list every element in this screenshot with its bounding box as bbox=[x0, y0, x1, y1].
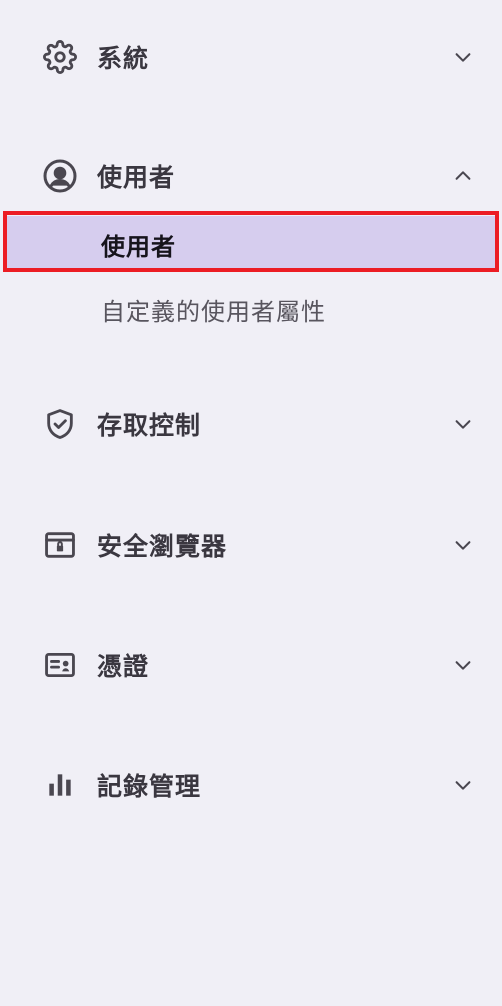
sidebar-section-secure-browser[interactable]: 安全瀏覽器 bbox=[0, 515, 502, 575]
sidebar-section-access-control[interactable]: 存取控制 bbox=[0, 394, 502, 454]
section-label: 存取控制 bbox=[97, 411, 202, 440]
chevron-down-icon bbox=[450, 772, 476, 798]
section-label: 憑證 bbox=[97, 652, 150, 681]
section-label: 使用者 bbox=[97, 163, 176, 192]
gear-icon bbox=[42, 39, 78, 75]
sidebar-nav: 系統 使用者 使用者 自定義的使用者屬性 存取控制 安全瀏覽器 憑證 記錄管理 bbox=[0, 0, 502, 1006]
sidebar-item-label: 使用者 bbox=[101, 232, 176, 261]
chevron-down-icon bbox=[450, 532, 476, 558]
sidebar-section-system[interactable]: 系統 bbox=[0, 27, 502, 87]
chevron-up-icon bbox=[450, 163, 476, 189]
section-label: 系統 bbox=[97, 44, 150, 73]
chevron-down-icon bbox=[450, 411, 476, 437]
sidebar-item-custom-user-attributes[interactable]: 自定義的使用者屬性 bbox=[6, 281, 496, 337]
shield-check-icon bbox=[42, 406, 78, 442]
sidebar-section-certificates[interactable]: 憑證 bbox=[0, 635, 502, 695]
sidebar-section-log-management[interactable]: 記錄管理 bbox=[0, 755, 502, 815]
chevron-down-icon bbox=[450, 44, 476, 70]
sidebar-item-users[interactable]: 使用者 bbox=[6, 216, 496, 272]
sidebar-item-label: 自定義的使用者屬性 bbox=[101, 297, 326, 326]
bar-chart-icon bbox=[42, 767, 78, 803]
section-label: 安全瀏覽器 bbox=[97, 532, 228, 561]
chevron-down-icon bbox=[450, 652, 476, 678]
user-circle-icon bbox=[42, 158, 78, 194]
browser-lock-icon bbox=[42, 527, 78, 563]
sidebar-section-users[interactable]: 使用者 bbox=[0, 146, 502, 206]
id-card-icon bbox=[42, 647, 78, 683]
section-label: 記錄管理 bbox=[97, 772, 202, 801]
